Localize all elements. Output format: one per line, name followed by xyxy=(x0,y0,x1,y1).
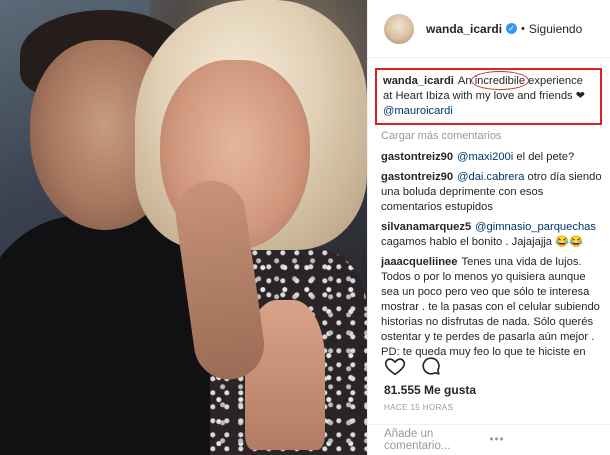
author-username[interactable]: wanda_icardi xyxy=(426,22,502,36)
comment-mention[interactable]: @dai.cabrera xyxy=(457,171,524,183)
comment-icon[interactable] xyxy=(420,355,442,377)
caption-circled-word: incredibile xyxy=(474,75,526,87)
verified-badge-icon: ✓ xyxy=(506,23,518,34)
comment-username[interactable]: gastontreiz90 xyxy=(381,151,453,163)
load-more-comments-link[interactable]: Cargar más comentarios xyxy=(381,130,602,142)
caption-mention[interactable]: @mauroicardi xyxy=(383,105,453,117)
post-header: wanda_icardi ✓ • Siguiendo xyxy=(368,0,610,58)
comment-text: Tenes una vida de lujos. Todos o por lo … xyxy=(381,256,600,358)
post-actions xyxy=(384,355,442,377)
comment-item: gastontreiz90 @dai.cabrera otro día siend… xyxy=(381,170,602,215)
comment-item: gastontreiz90 @maxi200i el del pete? xyxy=(381,150,602,165)
comments-list: wanda_icardi An incredibile experience at… xyxy=(368,58,610,358)
comment-mention[interactable]: @maxi200i xyxy=(457,151,513,163)
post-caption: wanda_icardi An incredibile experience at… xyxy=(375,68,602,125)
comment-username[interactable]: silvanamarquez5 xyxy=(381,221,471,233)
header-separator: • xyxy=(521,22,525,35)
add-comment-input[interactable]: Añade un comentario... xyxy=(384,428,490,452)
add-comment-bar: Añade un comentario... ••• xyxy=(368,424,610,455)
comment-item: silvanamarquez5 @gimnasio_parquechas caga… xyxy=(381,220,602,250)
post-side-panel: wanda_icardi ✓ • Siguiendo wanda_icardi A… xyxy=(367,0,610,455)
caption-username[interactable]: wanda_icardi xyxy=(383,75,454,87)
likes-count[interactable]: 81.555 Me gusta xyxy=(384,383,476,397)
comment-text: el del pete? xyxy=(513,151,575,163)
comment-username[interactable]: jaaacqueliinee xyxy=(381,256,458,268)
comment-text: cagamos hablo el bonito . Jajajajja 😂😂 xyxy=(381,236,583,248)
instagram-post: wanda_icardi ✓ • Siguiendo wanda_icardi A… xyxy=(0,0,610,455)
following-button[interactable]: Siguiendo xyxy=(529,22,582,36)
comment-username[interactable]: gastontreiz90 xyxy=(381,171,453,183)
more-options-icon[interactable]: ••• xyxy=(490,434,596,446)
post-photo[interactable] xyxy=(0,0,367,455)
comment-item: jaaacqueliinee Tenes una vida de lujos. T… xyxy=(381,255,602,358)
heart-icon[interactable] xyxy=(384,355,406,377)
post-timestamp: HACE 15 HORAS xyxy=(384,403,454,412)
author-avatar[interactable] xyxy=(384,13,414,44)
comment-mention[interactable]: @gimnasio_parquechas xyxy=(475,221,596,233)
